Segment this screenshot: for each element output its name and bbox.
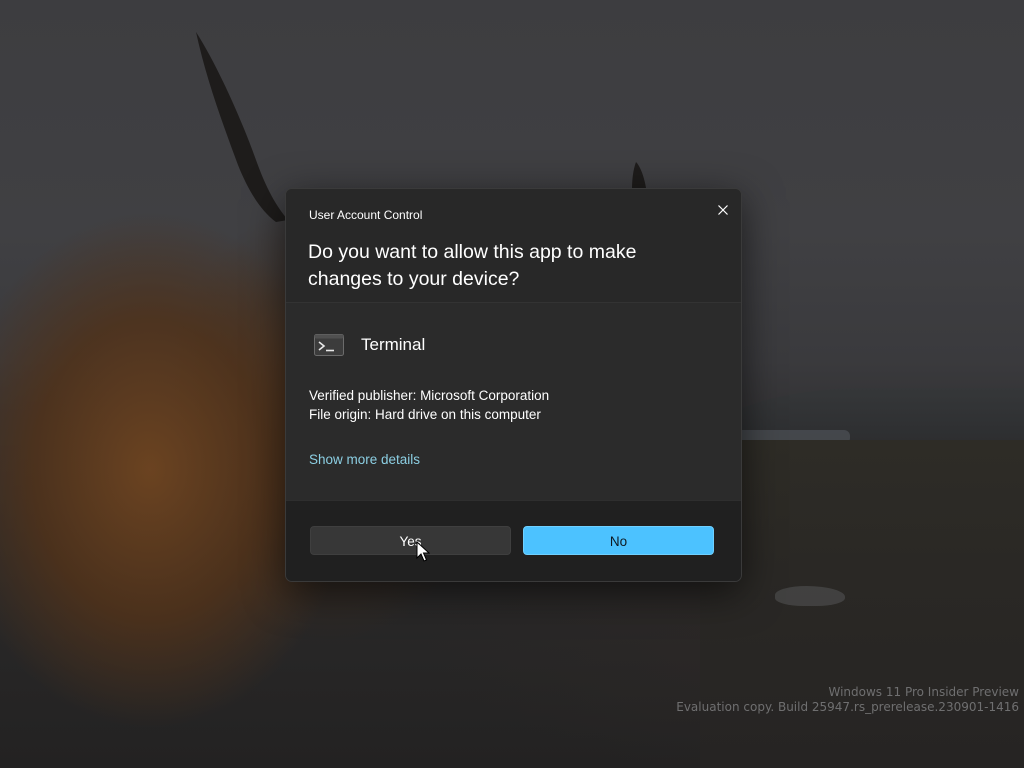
terminal-icon (314, 334, 344, 356)
yes-button[interactable]: Yes (310, 526, 511, 555)
dialog-question: Do you want to allow this app to make ch… (308, 241, 637, 290)
verified-publisher: Verified publisher: Microsoft Corporatio… (309, 388, 550, 403)
publisher-info: Verified publisher: Microsoft Corporatio… (309, 386, 549, 424)
file-origin: File origin: Hard drive on this computer (309, 407, 541, 422)
close-button[interactable] (710, 197, 736, 223)
app-name: Terminal (361, 335, 426, 354)
no-button[interactable]: No (523, 526, 714, 555)
mouse-pointer-icon (416, 541, 430, 562)
secure-desktop-background: Windows 11 Pro Insider Preview Evaluatio… (0, 0, 1024, 768)
dialog-caption: User Account Control (309, 208, 423, 222)
uac-dialog: User Account Control Do you want to allo… (285, 188, 742, 582)
build-watermark: Windows 11 Pro Insider Preview Evaluatio… (676, 685, 1019, 715)
close-icon (718, 205, 728, 215)
dialog-footer: Yes No (286, 500, 741, 581)
dialog-body: Terminal Verified publisher: Microsoft C… (286, 302, 741, 501)
show-more-details-link[interactable]: Show more details (309, 452, 420, 467)
dialog-header: User Account Control Do you want to allo… (286, 189, 741, 302)
watermark-build: Evaluation copy. Build 25947.rs_prerelea… (676, 700, 1019, 714)
watermark-edition: Windows 11 Pro Insider Preview (828, 685, 1019, 699)
